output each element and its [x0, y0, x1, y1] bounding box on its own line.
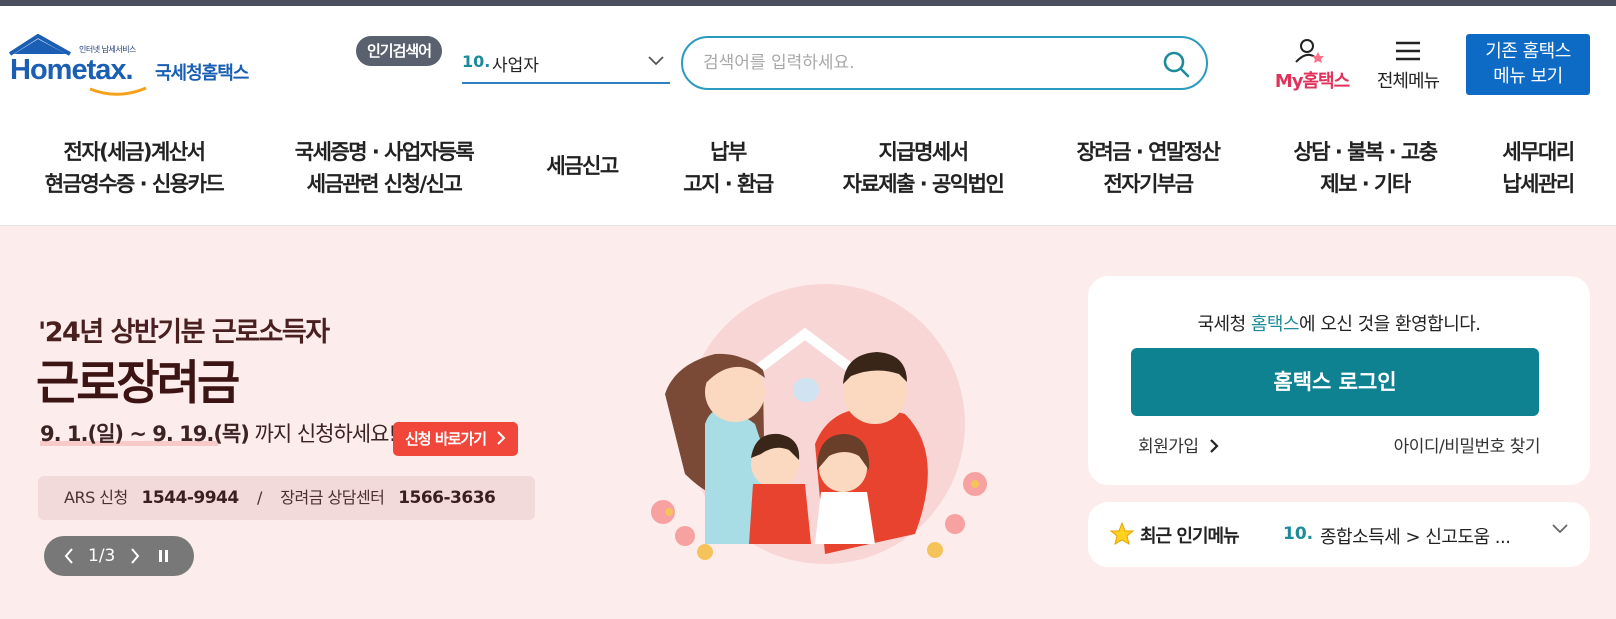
apply-shortcut-button[interactable]: 신청 바로가기	[393, 422, 519, 456]
top-strip	[0, 0, 1616, 6]
nav-item-tax-filing[interactable]: 세금신고	[535, 150, 629, 182]
chevron-right-icon	[1210, 439, 1220, 453]
join-link[interactable]: 회원가입	[1138, 432, 1220, 457]
ars-number: 1544-9944	[141, 488, 240, 508]
chevron-right-icon	[497, 431, 506, 445]
logo-swoosh	[89, 86, 147, 96]
chevron-down-icon[interactable]	[1552, 524, 1568, 534]
my-hometax-label: My홈택스	[1274, 71, 1350, 92]
nav-item-einvoice[interactable]: 전자(세금)계산서 현금영수증 · 신용카드	[36, 136, 232, 200]
hero-banner: '24년 상반기분 근로소득자 근로장려금 9. 1.(일) ~ 9. 19.(…	[0, 226, 1616, 619]
chevron-down-icon	[648, 56, 664, 66]
nav-item-incentive[interactable]: 장려금 · 연말정산 전자기부금	[1062, 136, 1234, 200]
nav-item-tax-agent[interactable]: 세무대리 납세관리	[1490, 136, 1586, 200]
legacy-line-2: 메뉴 보기	[1493, 66, 1563, 87]
banner-period: 9. 1.(일) ~ 9. 19.(목) 까지 신청하세요!	[40, 422, 397, 446]
center-number: 1566-3636	[398, 488, 496, 508]
find-id-password-link[interactable]: 아이디/비밀번호 찾기	[1394, 432, 1541, 457]
recent-menu-path: 종합소득세 > 신고도움 ...	[1320, 527, 1511, 548]
banner-pager: 1/3	[44, 536, 194, 576]
login-card: 국세청 홈택스에 오신 것을 환영합니다. 홈택스 로그인 회원가입 아이디/비…	[1088, 276, 1590, 485]
my-hometax-button[interactable]: My홈택스	[1267, 38, 1357, 94]
user-icon	[1295, 39, 1324, 63]
search-icon[interactable]	[1162, 50, 1190, 78]
chevron-right-icon[interactable]	[130, 536, 140, 576]
popular-search-select[interactable]: 10. 사업자	[462, 46, 670, 84]
full-menu-label: 전체메뉴	[1376, 71, 1440, 92]
hometax-logo[interactable]: 인터넷 납세서비스 Hometax. 국세청홈택스	[8, 34, 278, 98]
logo-brand: Hometax.	[10, 54, 134, 86]
hamburger-icon	[1396, 41, 1420, 61]
search-input[interactable]	[703, 50, 1133, 76]
ars-info-box: ARS 신청 1544-9944 / 장려금 상담센터 1566-3636	[38, 476, 535, 520]
nav-item-counseling[interactable]: 상담 · 불복 · 고충 제보 · 기타	[1280, 136, 1450, 200]
recent-menu-rank: 10.	[1283, 524, 1314, 544]
recent-menu-title: 최근 인기메뉴	[1140, 526, 1240, 547]
legacy-line-1: 기존 홈택스	[1485, 41, 1571, 62]
popular-search-badge: 인기검색어	[356, 36, 443, 66]
pager-count: 1/3	[88, 546, 116, 566]
login-button[interactable]: 홈택스 로그인	[1131, 348, 1539, 416]
star-icon	[1110, 522, 1134, 546]
recent-popular-menu[interactable]: 최근 인기메뉴 10. 종합소득세 > 신고도움 ...	[1088, 502, 1590, 567]
main-navigation: 전자(세금)계산서 현금영수증 · 신용카드 국세증명 · 사업자등록 세금관련…	[0, 128, 1616, 224]
logo-name: 국세청홈택스	[155, 63, 249, 84]
full-menu-button[interactable]: 전체메뉴	[1368, 38, 1448, 94]
legacy-menu-button[interactable]: 기존 홈택스 메뉴 보기	[1466, 34, 1590, 95]
pause-icon[interactable]	[158, 536, 170, 576]
nav-item-payment-statement[interactable]: 지급명세서 자료제출 · 공익법인	[833, 136, 1013, 200]
family-illustration	[651, 284, 987, 564]
search-box	[681, 36, 1208, 90]
popular-term: 사업자	[492, 56, 539, 76]
popular-rank: 10.	[462, 52, 491, 71]
nav-item-payment[interactable]: 납부 고지 · 환급	[676, 136, 780, 200]
welcome-text: 국세청 홈택스에 오신 것을 환영합니다.	[1197, 314, 1481, 335]
nav-item-certificate[interactable]: 국세증명 · 사업자등록 세금관련 신청/신고	[288, 136, 480, 200]
chevron-left-icon[interactable]	[64, 536, 74, 576]
banner-headline: 근로장려금	[36, 356, 240, 411]
